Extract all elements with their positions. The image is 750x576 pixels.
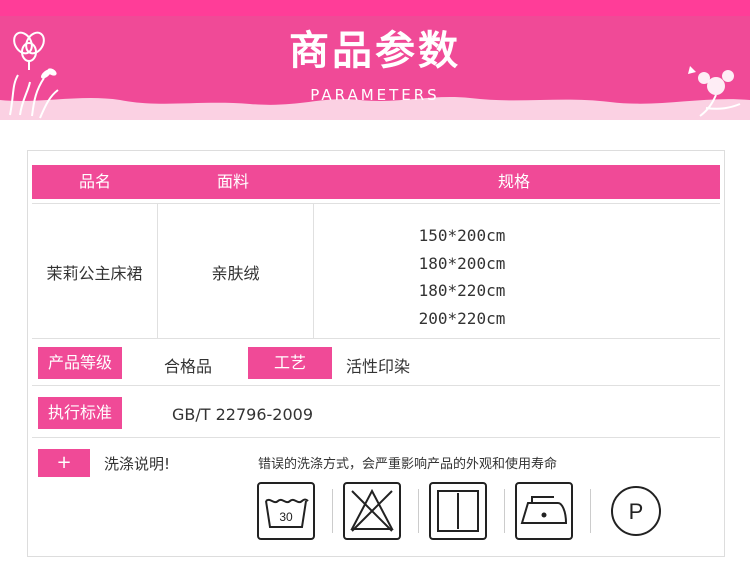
icon-separator — [504, 489, 505, 533]
care-icons: 30 P — [256, 481, 676, 541]
header-product-name: 品名 — [78, 172, 111, 191]
icon-separator — [418, 489, 419, 533]
svg-text:30: 30 — [279, 510, 293, 524]
svg-text:P: P — [629, 499, 644, 524]
size-item: 180*200cm — [418, 253, 506, 273]
banner-title-group: 商品参数 — [0, 26, 750, 76]
size-item: 180*220cm — [418, 281, 506, 300]
page-title: 商品参数 — [289, 28, 461, 74]
grade-craft-row: 产品等级 合格品 工艺 活性印染 — [32, 343, 720, 386]
line-dry-icon — [429, 482, 487, 540]
column-divider — [313, 204, 314, 338]
size-item: 150*200cm — [418, 226, 506, 245]
header-fabric: 面料 — [216, 172, 249, 191]
size-item: 200*220cm — [418, 308, 506, 328]
product-name-value: 茉莉公主床裙 — [46, 264, 143, 283]
icon-separator — [332, 489, 333, 533]
grade-label: 产品等级 — [38, 347, 122, 379]
icon-separator — [590, 489, 591, 533]
craft-label: 工艺 — [248, 347, 332, 379]
page-subtitle: PARAMETERS — [310, 86, 440, 104]
standard-label: 执行标准 — [38, 397, 122, 429]
standard-row: 执行标准 GB/T 22796-2009 — [32, 391, 720, 438]
craft-value: 活性印染 — [346, 357, 411, 376]
care-warning-note: 错误的洗涤方式，会严重影响产品的外观和使用寿命 — [258, 457, 558, 472]
header-banner: 商品参数 PARAMETERS — [0, 0, 750, 135]
spec-row: 茉莉公主床裙 亲肤绒 150*200cm 180*200cm 180*220cm… — [32, 203, 720, 339]
size-list: 150*200cm 180*200cm 180*220cm 200*220cm — [332, 222, 592, 332]
wash-30-icon: 30 — [257, 482, 315, 540]
flower-logo-icon — [13, 31, 45, 70]
table-header-row: 品名 面料 规格 — [32, 165, 720, 199]
dry-clean-p-icon: P — [611, 486, 661, 536]
fabric-value: 亲肤绒 — [211, 264, 260, 283]
standard-value: GB/T 22796-2009 — [172, 405, 314, 424]
parameter-table: 品名 面料 规格 茉莉公主床裙 亲肤绒 150*200cm 180*200cm … — [27, 150, 725, 557]
care-instructions-label: 洗涤说明! — [104, 455, 171, 473]
grade-value: 合格品 — [164, 357, 213, 376]
header-size: 规格 — [497, 172, 530, 191]
care-plus-tag: + — [38, 449, 90, 477]
iron-low-icon — [515, 482, 573, 540]
no-bleach-icon — [343, 482, 401, 540]
